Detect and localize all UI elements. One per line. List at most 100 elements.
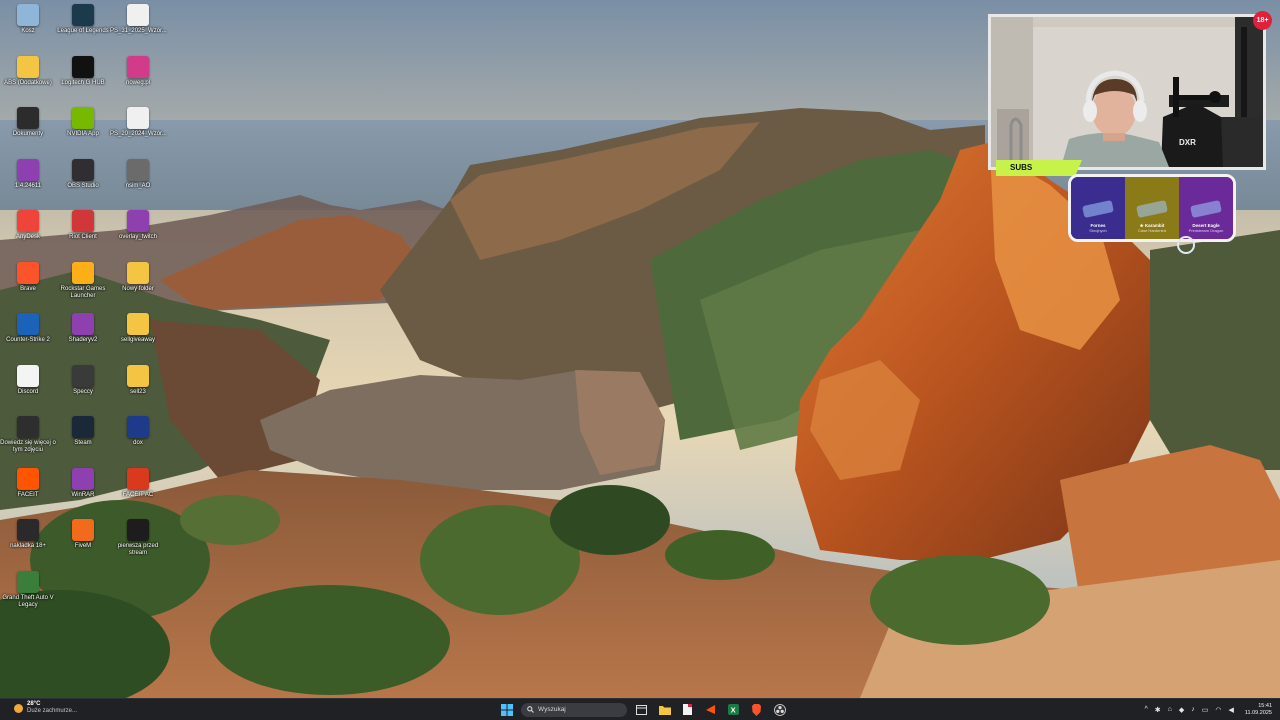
weather-widget[interactable]: 28°C Duże zachmurze...: [14, 701, 77, 715]
case-item: Fornes Skrojnych: [1071, 177, 1125, 239]
case-selector-ring: [1177, 236, 1195, 254]
desktop-icon-label: FiveM: [74, 543, 92, 549]
desktop-icon-label: Counter-Strike 2: [6, 337, 50, 343]
desktop-icon-label: Brave: [20, 285, 36, 292]
desktop-icon[interactable]: WinRAR: [55, 467, 111, 499]
desktop-icon[interactable]: League of Legends: [55, 4, 111, 35]
desktop-icon[interactable]: NVIDIA App: [55, 107, 111, 138]
taskbar-center: Wyszukaj X: [498, 701, 788, 718]
logitech-g-hub-icon: [72, 55, 94, 78]
taskbar-app-excel[interactable]: X: [725, 701, 742, 718]
weather-desc: Duże zachmurze...: [27, 708, 78, 714]
desktop-icon-label: Speccy: [73, 388, 93, 395]
desktop-icon-label: noweg.pl: [125, 79, 151, 86]
desktop-icon[interactable]: Rockstar Games Launcher: [55, 261, 111, 300]
desktop-icon[interactable]: FACEIT: [0, 467, 56, 499]
case-item-subtitle: Printstream Dragon: [1188, 228, 1224, 233]
case-opening-widget: Fornes Skrojnych ★ Karambit Case Hardened De…: [1068, 174, 1236, 242]
desktop-icon[interactable]: sellgiveaway: [110, 313, 166, 344]
desktop-icon-label: Kosz: [21, 28, 35, 34]
svg-text:DXR: DXR: [1179, 138, 1196, 147]
tray-wifi-icon[interactable]: ◠: [1215, 706, 1221, 714]
search-icon: [527, 706, 534, 713]
folder-icon: [127, 261, 149, 284]
notepad-icon: [683, 704, 692, 715]
taskbar-app-file-explorer[interactable]: [656, 701, 673, 718]
taskview-button[interactable]: [633, 701, 650, 718]
folder-icon: [17, 55, 39, 78]
desktop-icon[interactable]: sell23: [110, 364, 166, 396]
tray-volume-icon[interactable]: ◀: [1228, 706, 1233, 714]
desktop-icon-label: Grand Theft Auto V Legacy: [2, 594, 54, 608]
desktop-icon-label: NVIDIA App: [67, 131, 99, 137]
desktop-icon[interactable]: Steam: [55, 416, 111, 447]
tray-display-icon[interactable]: ▭: [1202, 706, 1209, 714]
desktop-icon-label: Riot Client: [69, 234, 97, 240]
desktop-icon-label: PS_31_2025_Wzór...: [110, 28, 167, 34]
desktop-icon-label: sell23: [130, 388, 146, 395]
desktop-icon[interactable]: nsim_AO: [110, 158, 166, 190]
taskbar-app-obs[interactable]: [771, 701, 788, 718]
desktop-icon-label: Logitech G HUB: [61, 79, 105, 86]
film-file-icon: [127, 158, 149, 181]
tray-microphone-icon[interactable]: ♪: [1191, 706, 1195, 713]
steam-icon: [72, 416, 94, 438]
desktop-icon[interactable]: Brave: [0, 261, 56, 293]
desktop-icon[interactable]: Logitech G HUB: [55, 55, 111, 87]
windows-logo-icon: [500, 703, 513, 716]
desktop-icon[interactable]: OBS Studio: [55, 158, 111, 190]
recycle-bin-icon: [17, 4, 39, 26]
desktop-icon[interactable]: PS_20_2024_Wzór...: [110, 107, 167, 138]
desktop-icon-label: League of Legends: [57, 28, 109, 34]
tray-network-icon[interactable]: ⌂: [1168, 706, 1172, 713]
desktop-icon-label: PS_20_2024_Wzór...: [110, 131, 167, 137]
desktop-icon-label: sellgiveaway: [120, 337, 156, 343]
desktop-icon-label: Rockstar Games Launcher: [60, 285, 106, 299]
tray-bluetooth-icon[interactable]: ✱: [1155, 706, 1161, 714]
tray-app-icon[interactable]: ◆: [1179, 706, 1184, 714]
desktop-icon[interactable]: Riot Client: [55, 210, 111, 241]
taskbar-app-notepad[interactable]: [679, 701, 696, 718]
case-item-subtitle: Skrojnych: [1089, 228, 1107, 233]
winrar-archive-icon: [17, 158, 39, 181]
desktop-icon[interactable]: Shaderyv2: [55, 313, 111, 344]
desktop-icon[interactable]: 1.4.24611: [0, 158, 56, 190]
taskbar-clock[interactable]: 15:41 11.09.2025: [1245, 703, 1272, 717]
desktop-icon[interactable]: ABS (Dodatkowe): [0, 55, 56, 87]
taskbar-search[interactable]: Wyszukaj: [521, 702, 627, 717]
desktop-icon-label: OBS Studio: [67, 182, 99, 189]
taskbar-app-faceit[interactable]: [702, 701, 719, 718]
desktop-icon[interactable]: nakladka 18+: [0, 519, 56, 550]
desktop-icon[interactable]: Speccy: [55, 364, 111, 396]
anydesk-icon: [17, 210, 39, 232]
desktop-icon[interactable]: PS_31_2025_Wzór...: [110, 4, 167, 35]
desktop-icon[interactable]: Grand Theft Auto V Legacy: [0, 570, 56, 609]
desktop-icon-grid: Kosz League of Legends PS_31_2025_Wzór... A…: [0, 0, 180, 698]
desktop-icon[interactable]: pierwsza przed stream: [110, 519, 166, 557]
gta-v-icon: [17, 570, 39, 593]
system-tray: ^ ✱ ⌂ ◆ ♪ ▭ ◠ ◀ 15:41 11.09.2025: [1144, 701, 1272, 718]
desktop-icon[interactable]: Dowiedz się więcej o tym zdjęciu: [0, 416, 56, 454]
desktop-icon-label: Dowiedz się więcej o tym zdjęciu: [0, 440, 56, 453]
folder-dark-icon: [17, 107, 39, 129]
clock-date: 11.09.2025: [1244, 709, 1272, 716]
desktop-icon[interactable]: Discord: [0, 364, 56, 396]
desktop-icon[interactable]: FiveM: [55, 519, 111, 550]
desktop-icon[interactable]: Kosz: [0, 4, 56, 35]
desktop-icon-label: Discord: [17, 388, 39, 395]
desktop-icon[interactable]: Counter-Strike 2: [0, 313, 56, 344]
desktop-icon-label: AnyDesk: [15, 234, 40, 240]
desktop-icon[interactable]: dox: [110, 416, 166, 447]
desktop-icon[interactable]: overlay_twitch: [110, 210, 166, 241]
start-button[interactable]: [498, 701, 515, 718]
tray-overflow-chevron-icon[interactable]: ^: [1144, 706, 1147, 713]
excel-icon: X: [728, 704, 739, 715]
desktop-icon[interactable]: Dokumenty: [0, 107, 56, 138]
taskbar-app-brave[interactable]: [748, 701, 765, 718]
text-file-icon: [17, 364, 39, 387]
desktop-icon[interactable]: noweg.pl: [110, 55, 166, 87]
case-item: Desert Eagle Printstream Dragon: [1179, 177, 1233, 239]
desktop-icon[interactable]: FACEIT AC: [110, 467, 166, 499]
desktop-icon[interactable]: AnyDesk: [0, 210, 56, 241]
desktop-icon[interactable]: Nowy folder: [110, 261, 166, 293]
